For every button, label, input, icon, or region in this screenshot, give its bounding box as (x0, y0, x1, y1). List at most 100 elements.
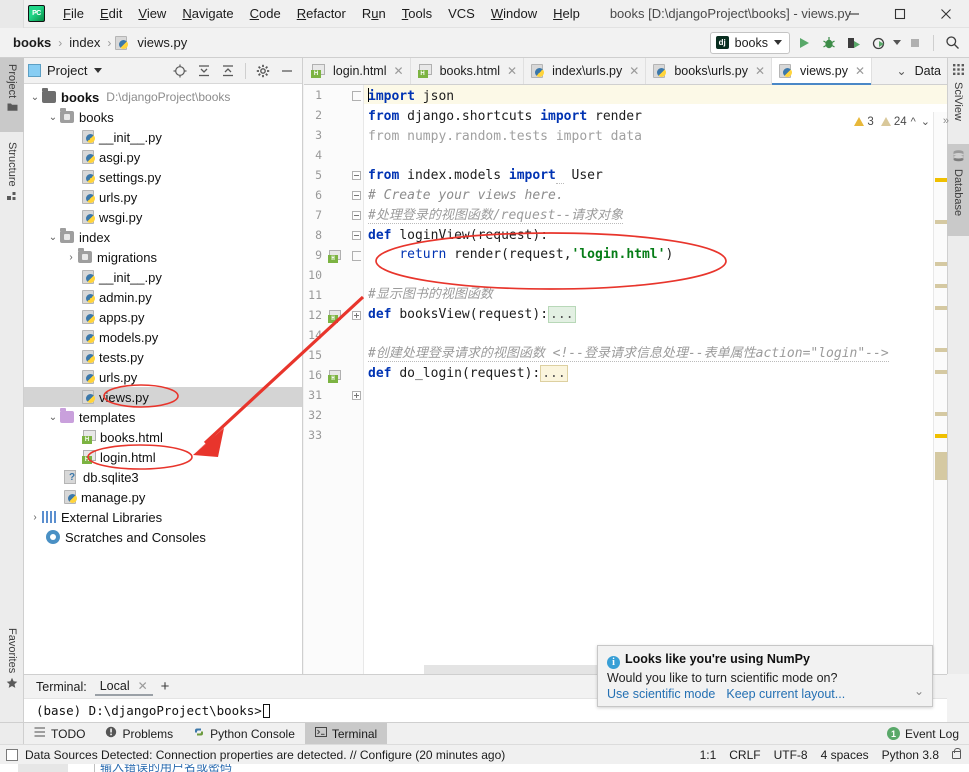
editor-inspection-strip[interactable] (933, 112, 947, 701)
editor-tab-books-html[interactable]: books.html ✕ (411, 58, 525, 84)
tree-item-books-root[interactable]: ⌄ books D:\djangoProject\books (24, 87, 302, 107)
html-gutter-marker-icon[interactable] (328, 370, 341, 383)
tree-item-init-py-books[interactable]: __init__.py (24, 127, 302, 147)
status-message[interactable]: Data Sources Detected: Connection proper… (25, 748, 505, 762)
use-scientific-mode-link[interactable]: Use scientific mode (607, 687, 715, 701)
close-icon[interactable]: ✕ (629, 64, 639, 78)
tree-item-asgi-py[interactable]: asgi.py (24, 147, 302, 167)
chevron-down-icon[interactable]: ⌄ (28, 92, 42, 103)
menu-item-view[interactable]: View (130, 3, 174, 24)
code-editor[interactable]: 1 2 3 4 5 6 7 8 9 10 11 12 14 15 16 31 3… (304, 85, 949, 701)
sidebar-tab-structure[interactable]: Structure (0, 136, 24, 222)
maximize-icon[interactable] (877, 0, 923, 28)
breadcrumb-item-books[interactable]: books (10, 34, 54, 51)
terminal-tab-local[interactable]: Local ✕ (94, 679, 153, 696)
search-icon[interactable] (941, 32, 963, 54)
chevron-down-icon[interactable]: ⌄ (891, 64, 913, 78)
chevron-down-icon[interactable]: ⌄ (914, 684, 924, 698)
lock-icon[interactable] (952, 747, 961, 759)
inspection-marker[interactable] (935, 306, 947, 310)
menu-item-file[interactable]: File (55, 3, 92, 24)
menu-item-window[interactable]: Window (483, 3, 545, 24)
inspection-marker[interactable] (935, 178, 947, 182)
chevron-right-icon[interactable]: › (64, 252, 78, 263)
fold-collapse-icon[interactable] (352, 171, 361, 180)
html-gutter-marker-icon[interactable] (328, 250, 341, 263)
chevron-down-icon[interactable]: ⌄ (46, 412, 60, 423)
close-icon[interactable] (923, 0, 969, 28)
inspection-marker[interactable] (935, 434, 947, 438)
tree-item-index-pkg[interactable]: ⌄ index (24, 227, 302, 247)
tree-item-init-py-index[interactable]: __init__.py (24, 267, 302, 287)
menu-item-refactor[interactable]: Refactor (289, 3, 354, 24)
python-interpreter[interactable]: Python 3.8 (882, 748, 939, 762)
bottom-tab-python-console[interactable]: Python Console (183, 723, 305, 745)
chevron-down-icon[interactable] (893, 40, 901, 45)
tree-item-wsgi-py[interactable]: wsgi.py (24, 207, 302, 227)
notification-balloon[interactable]: i Looks like you're using NumPy Would you… (597, 645, 933, 707)
more-inspections-icon[interactable]: » (943, 115, 949, 127)
tree-item-urls-py-index[interactable]: urls.py (24, 367, 302, 387)
fold-collapse-icon[interactable] (352, 231, 361, 240)
editor-tab-views-py[interactable]: views.py ✕ (772, 58, 873, 85)
tree-item-apps-py[interactable]: apps.py (24, 307, 302, 327)
tree-item-models-py[interactable]: models.py (24, 327, 302, 347)
run-icon[interactable] (793, 32, 815, 54)
inspection-marker[interactable] (935, 348, 947, 352)
file-encoding[interactable]: UTF-8 (774, 748, 808, 762)
chevron-down-icon[interactable]: ⌄ (46, 232, 60, 243)
tree-item-login-html[interactable]: login.html (24, 447, 302, 467)
menu-item-tools[interactable]: Tools (394, 3, 440, 24)
locate-icon[interactable] (169, 60, 191, 82)
data-tool-tab[interactable]: Data (913, 64, 943, 78)
sidebar-tab-favorites[interactable]: Favorites (0, 622, 24, 704)
event-log-button[interactable]: 1 Event Log (886, 727, 969, 741)
collapse-all-icon[interactable] (217, 60, 239, 82)
caret-position[interactable]: 1:1 (700, 748, 717, 762)
tree-item-settings-py[interactable]: settings.py (24, 167, 302, 187)
tree-item-templates[interactable]: ⌄ templates (24, 407, 302, 427)
sidebar-tab-sciview[interactable]: SciView (947, 58, 969, 140)
keep-current-layout-link[interactable]: Keep current layout... (726, 687, 845, 701)
close-icon[interactable]: ✕ (755, 64, 765, 78)
bottom-tab-terminal[interactable]: Terminal (304, 722, 388, 745)
tree-item-scratches-consoles[interactable]: Scratches and Consoles (24, 527, 302, 547)
close-icon[interactable]: ✕ (394, 64, 404, 78)
bottom-tab-todo[interactable]: TODO (24, 723, 95, 745)
breadcrumb-item-index[interactable]: index (66, 34, 103, 51)
gear-icon[interactable] (252, 60, 274, 82)
plus-icon[interactable]: + (161, 678, 170, 695)
tree-item-manage-py[interactable]: manage.py (24, 487, 302, 507)
close-icon[interactable]: ✕ (138, 679, 148, 693)
menu-item-code[interactable]: Code (242, 3, 289, 24)
inspection-marker[interactable] (935, 284, 947, 288)
inspection-marker[interactable] (935, 452, 947, 480)
hide-panel-icon[interactable] (276, 60, 298, 82)
editor-tab-login-html[interactable]: login.html ✕ (304, 58, 411, 84)
menu-item-vcs[interactable]: VCS (440, 3, 483, 24)
fold-expand-icon[interactable] (352, 391, 361, 400)
inspection-marker[interactable] (935, 262, 947, 266)
menu-item-edit[interactable]: Edit (92, 3, 130, 24)
code-text-area[interactable]: import json from django.shortcuts import… (364, 85, 947, 674)
editor-gutter[interactable]: 1 2 3 4 5 6 7 8 9 10 11 12 14 15 16 31 3… (304, 85, 350, 674)
tree-item-tests-py[interactable]: tests.py (24, 347, 302, 367)
inspection-marker[interactable] (935, 412, 947, 416)
debug-icon[interactable] (818, 32, 840, 54)
inspection-marker[interactable] (935, 370, 947, 374)
chevron-up-icon[interactable]: ^ (910, 116, 917, 128)
menu-item-navigate[interactable]: Navigate (174, 3, 241, 24)
editor-tab-index-urls-py[interactable]: index\urls.py ✕ (524, 58, 647, 84)
fold-region-icon[interactable] (352, 251, 361, 261)
indent-setting[interactable]: 4 spaces (821, 748, 869, 762)
profile-icon[interactable] (868, 32, 890, 54)
sidebar-tab-project[interactable]: Project (0, 58, 24, 132)
chevron-right-icon[interactable]: › (28, 512, 42, 523)
fold-collapse-icon[interactable] (352, 191, 361, 200)
fold-region-icon[interactable] (352, 91, 361, 101)
editor-tab-books-urls-py[interactable]: books\urls.py ✕ (646, 58, 773, 84)
fold-expand-icon[interactable] (352, 311, 361, 320)
editor-fold-column[interactable] (350, 85, 364, 674)
expand-all-icon[interactable] (193, 60, 215, 82)
run-with-coverage-icon[interactable] (843, 32, 865, 54)
